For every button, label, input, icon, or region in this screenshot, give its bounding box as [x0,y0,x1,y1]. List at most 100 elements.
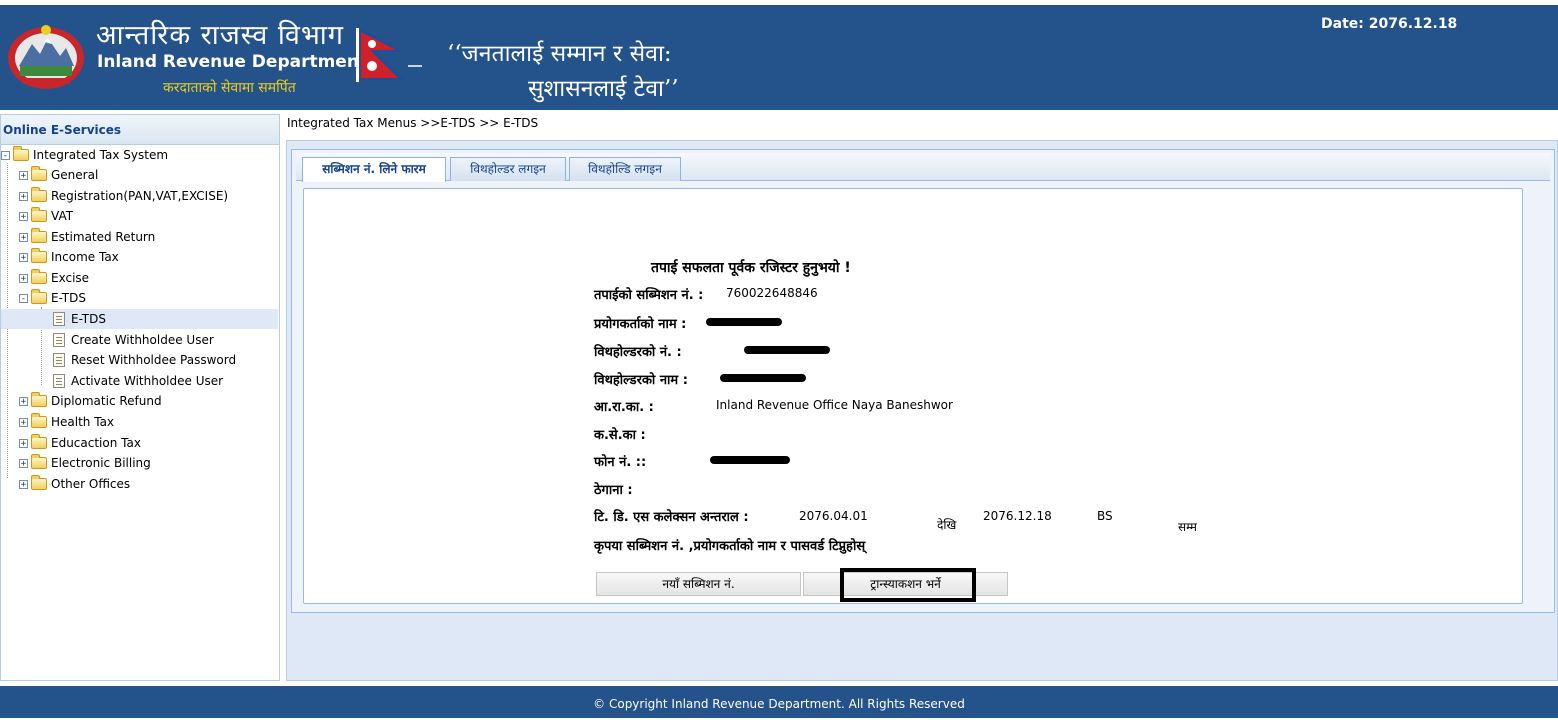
folder-icon [31,207,47,222]
folder-open-icon [31,289,47,304]
header-top-border [0,0,1558,5]
period-to-suffix: सम्म [1178,520,1197,534]
tree-item-label: Diplomatic Refund [51,394,162,408]
expand-icon[interactable]: + [19,191,28,201]
tree-item-label: Other Offices [51,477,131,491]
tree-item-label: Health Tax [51,415,115,429]
tds-period-label: टि. डि. एस कलेक्सन अन्तराल : [594,510,749,525]
department-name-english: Inland Revenue Department [97,52,368,72]
tree-item-e-tds-folder[interactable]: - E-TDS [19,288,86,308]
folder-icon [31,166,47,181]
withholder-no-label: विथहोल्डरको नं. : [594,345,682,360]
period-from-suffix: देखि [937,518,957,532]
expand-icon[interactable]: + [19,396,28,406]
document-icon [53,374,65,388]
tree-item-label: Activate Withholdee User [71,374,224,388]
period-from: 2076.04.01 [799,509,868,523]
tree-item-reset-withholdee-password[interactable]: Reset Withholdee Password [53,350,236,370]
tree-item-estimated-return[interactable]: + Estimated Return [19,227,155,247]
tree-item-label: E-TDS [71,312,106,326]
collapse-icon[interactable]: - [19,293,28,303]
tree-item-income-tax[interactable]: + Income Tax [19,247,119,267]
department-motto: करदाताको सेवामा समर्पित [163,80,296,96]
folder-icon [31,413,47,428]
breadcrumb: Integrated Tax Menus >>E-TDS >> E-TDS [287,116,539,130]
slogan-line-2: सुशासनलाई टेवा’’ [528,76,679,102]
expand-icon[interactable]: + [19,438,28,448]
new-submission-button[interactable]: नयाँ सब्मिशन नं. [596,572,801,596]
tree-item-other-offices[interactable]: + Other Offices [19,474,130,494]
expand-icon[interactable]: + [19,417,28,427]
slogan-line-1: ‘‘जनतालाई सम्मान र सेवा: [447,41,672,67]
folder-icon [31,454,47,469]
tree-item-label: Educaction Tax [51,436,141,450]
tree-item-electronic-billing[interactable]: + Electronic Billing [19,453,151,473]
submission-no-label: तपाईको सब्मिशन नं. : [594,288,704,303]
tree-item-label: Excise [51,271,90,285]
tree-item-integrated-tax-system[interactable]: - Integrated Tax System [1,145,168,165]
footer-copyright: © Copyright Inland Revenue Department. A… [0,686,1558,718]
folder-icon [31,228,47,243]
tree-item-label: Electronic Billing [51,456,151,470]
calendar-type: BS [1097,509,1113,523]
folder-icon [31,475,47,490]
folder-icon [31,187,47,202]
tree-item-general[interactable]: + General [19,165,98,185]
tree-item-registration[interactable]: + Registration(PAN,VAT,EXCISE) [19,186,228,206]
tree-item-health-tax[interactable]: + Health Tax [19,412,114,432]
submission-no-value: 760022648846 [726,286,818,300]
withholder-name-label: विथहोल्डरको नाम : [594,373,688,388]
tree-item-label: Create Withholdee User [71,333,214,347]
sidebar-title: Online E-Services [1,115,279,145]
expand-icon[interactable]: + [19,273,28,283]
tree-item-diplomatic-refund[interactable]: + Diplomatic Refund [19,391,162,411]
redacted-withholder-name [720,374,806,382]
tree-item-create-withholdee-user[interactable]: Create Withholdee User [53,330,214,350]
collapse-icon[interactable]: - [1,150,10,160]
expand-icon[interactable]: + [19,232,28,242]
redacted-withholder-no [744,346,830,354]
government-emblem-icon [8,25,84,89]
header-banner: आन्तरिक राजस्व विभाग Inland Revenue Depa… [0,0,1558,110]
kaseka-label: क.से.का : [594,428,646,443]
tree-item-label: Estimated Return [51,230,156,244]
tree-item-label: Income Tax [51,250,119,264]
date-label: Date: [1321,16,1364,32]
current-date: Date: 2076.12.18 [1321,16,1457,32]
tree-item-label: E-TDS [51,291,86,305]
expand-icon[interactable]: + [19,170,28,180]
highlight-annotation-box [840,568,976,602]
folder-open-icon [13,146,29,161]
nepal-flag-icon [356,28,422,82]
folder-icon [31,269,47,284]
tree-item-label: Reset Withholdee Password [71,353,237,367]
period-to: 2076.12.18 [983,509,1052,523]
expand-icon[interactable]: + [19,252,28,262]
tree-item-label: General [51,168,99,182]
tree-item-label: Integrated Tax System [33,148,169,162]
tree-item-education-tax[interactable]: + Educaction Tax [19,433,141,453]
folder-icon [31,248,47,263]
tree-item-activate-withholdee-user[interactable]: Activate Withholdee User [53,371,223,391]
tree-item-e-tds[interactable]: E-TDS [1,309,278,329]
date-value: 2076.12.18 [1368,16,1458,32]
tab-withholdee-login[interactable]: विथहोल्डि लगइन [569,157,681,181]
success-message: तपाई सफलता पूर्वक रजिस्टर हुनुभयो ! [651,260,851,276]
folder-icon [31,434,47,449]
redacted-phone [710,456,790,464]
document-icon [53,353,65,367]
tab-withholder-login[interactable]: विथहोल्डर लगइन [450,157,566,181]
note-message: कृपया सब्मिशन नं. ,प्रयोगकर्ताको नाम र प… [594,539,866,554]
address-label: ठेगाना : [594,483,633,498]
expand-icon[interactable]: + [19,479,28,489]
expand-icon[interactable]: + [19,211,28,221]
iro-label: आ.रा.का. : [594,400,654,415]
expand-icon[interactable]: + [19,458,28,468]
tree-item-label: Registration(PAN,VAT,EXCISE) [51,189,229,203]
tree-item-excise[interactable]: + Excise [19,268,89,288]
tab-submission-form[interactable]: सब्मिशन नं. लिने फारम [302,157,446,182]
tree-item-vat[interactable]: + VAT [19,206,73,226]
document-icon [53,312,65,326]
phone-label: फोन नं. :: [594,455,647,470]
tree-item-label: VAT [51,209,74,223]
